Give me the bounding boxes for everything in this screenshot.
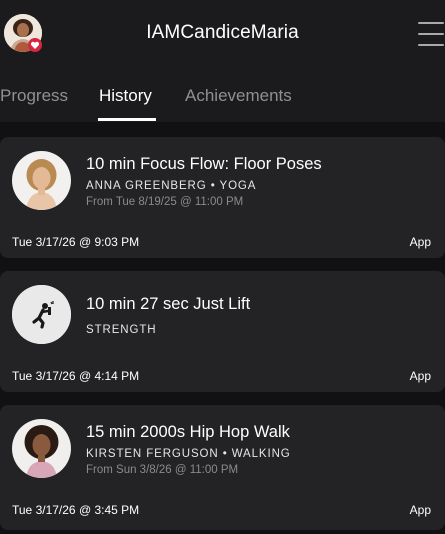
menu-icon[interactable] (418, 22, 444, 46)
workout-card[interactable]: 10 min 27 sec Just Lift STRENGTH Tue 3/1… (0, 271, 445, 392)
workout-title: 10 min Focus Flow: Floor Poses (86, 155, 322, 173)
workout-meta: STRENGTH (86, 324, 157, 336)
workout-date: Tue 3/17/26 @ 4:14 PM (12, 369, 140, 383)
workout-meta: ANNA GREENBERG • YOGA (86, 180, 257, 192)
workout-card[interactable]: 15 min 2000s Hip Hop Walk KIRSTEN FERGUS… (0, 405, 445, 530)
tab-bar: Progress History Achievements (0, 70, 445, 122)
page-title: IAMCandiceMaria (146, 22, 299, 43)
active-tab-indicator (98, 118, 156, 121)
workout-meta: KIRSTEN FERGUSON • WALKING (86, 448, 291, 460)
workout-platform: App (409, 503, 431, 517)
workout-title: 10 min 27 sec Just Lift (86, 295, 251, 313)
workout-card[interactable]: 10 min Focus Flow: Floor Poses ANNA GREE… (0, 137, 445, 258)
profile-header: IAMCandiceMaria (0, 0, 445, 70)
tab-history[interactable]: History (99, 86, 152, 106)
workout-date: Tue 3/17/26 @ 3:45 PM (12, 503, 140, 517)
lifting-icon (12, 285, 71, 344)
tab-achievements[interactable]: Achievements (185, 86, 292, 106)
workout-platform: App (409, 235, 431, 249)
workout-date: Tue 3/17/26 @ 9:03 PM (12, 235, 140, 249)
workout-title: 15 min 2000s Hip Hop Walk (86, 423, 290, 441)
workout-original-airdate: From Sun 3/8/26 @ 11:00 PM (86, 464, 239, 476)
workout-original-airdate: From Tue 8/19/25 @ 11:00 PM (86, 196, 244, 208)
instructor-avatar (12, 419, 71, 478)
workout-platform: App (409, 369, 431, 383)
tab-progress[interactable]: Progress (0, 86, 68, 106)
instructor-avatar (12, 151, 71, 210)
